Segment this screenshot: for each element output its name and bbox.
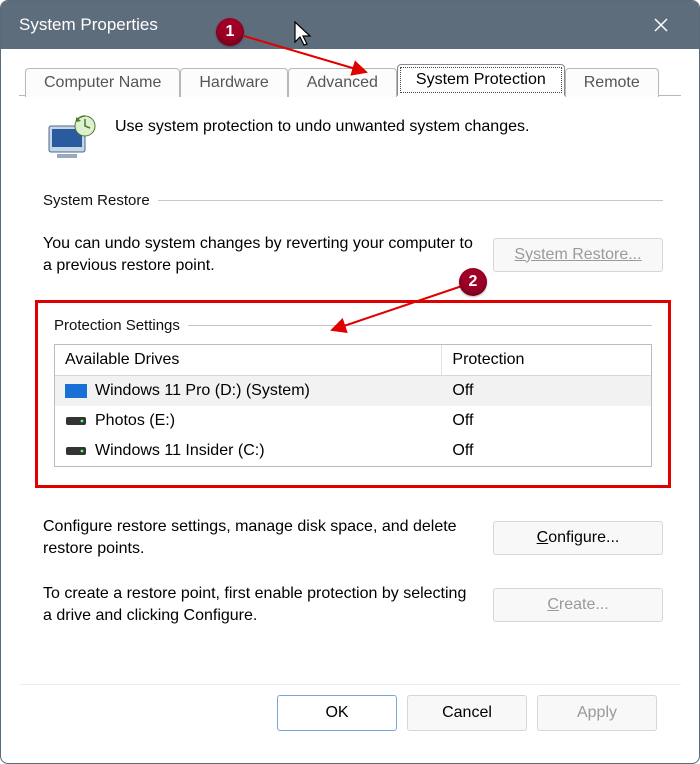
titlebar[interactable]: System Properties — [1, 1, 699, 49]
drive-protection-value: Off — [442, 406, 651, 436]
drive-system-icon — [65, 384, 87, 398]
table-row[interactable]: Photos (E:) Off — [55, 406, 651, 436]
table-row[interactable]: Windows 11 Pro (D:) (System) Off — [55, 376, 651, 406]
protection-settings-highlight: Protection Settings Available Drives Pro… — [35, 300, 671, 488]
apply-button: Apply — [537, 695, 657, 731]
group-system-restore-label: System Restore — [43, 192, 150, 209]
drives-table[interactable]: Available Drives Protection Windows 11 P… — [54, 344, 652, 467]
tab-hardware[interactable]: Hardware — [180, 68, 287, 97]
tab-strip: Computer Name Hardware Advanced System P… — [19, 63, 681, 96]
restore-description: You can undo system changes by reverting… — [43, 233, 475, 276]
create-description: To create a restore point, first enable … — [43, 583, 475, 626]
system-restore-button: System Restore... — [493, 238, 663, 272]
annotation-badge-2: 2 — [459, 268, 487, 296]
group-system-restore: System Restore — [43, 192, 663, 209]
cancel-button[interactable]: Cancel — [407, 695, 527, 731]
configure-description: Configure restore settings, manage disk … — [43, 516, 475, 559]
system-properties-window: System Properties Computer Name Hardware… — [0, 0, 700, 764]
ok-button[interactable]: OK — [277, 695, 397, 731]
drive-name-text: Windows 11 Pro (D:) (System) — [95, 382, 310, 400]
drive-name-text: Photos (E:) — [95, 412, 175, 430]
tab-system-protection[interactable]: System Protection — [397, 64, 565, 96]
col-header-protection[interactable]: Protection — [442, 345, 651, 375]
divider — [158, 200, 663, 201]
annotation-badge-1: 1 — [216, 18, 244, 46]
drives-header: Available Drives Protection — [55, 345, 651, 376]
drive-name-text: Windows 11 Insider (C:) — [95, 442, 265, 460]
group-protection-settings: Protection Settings — [54, 317, 652, 334]
drive-protection-value: Off — [442, 436, 651, 466]
tab-remote[interactable]: Remote — [565, 68, 659, 97]
close-icon[interactable] — [641, 5, 681, 45]
configure-button[interactable]: Configure... — [493, 521, 663, 555]
tab-computer-name[interactable]: Computer Name — [25, 68, 180, 97]
tab-advanced[interactable]: Advanced — [288, 68, 397, 97]
drive-hdd-icon — [65, 414, 87, 428]
dialog-button-bar: OK Cancel Apply — [19, 684, 681, 749]
table-row[interactable]: Windows 11 Insider (C:) Off — [55, 436, 651, 466]
group-protection-settings-label: Protection Settings — [54, 317, 180, 334]
intro-text: Use system protection to undo unwanted s… — [115, 118, 529, 136]
intro-row: Use system protection to undo unwanted s… — [43, 114, 663, 162]
system-protection-icon — [43, 114, 99, 162]
drive-protection-value: Off — [442, 376, 651, 406]
window-title: System Properties — [19, 15, 641, 35]
col-header-drives[interactable]: Available Drives — [55, 345, 442, 375]
drive-hdd-icon — [65, 444, 87, 458]
divider — [188, 325, 652, 326]
create-button: Create... — [493, 588, 663, 622]
